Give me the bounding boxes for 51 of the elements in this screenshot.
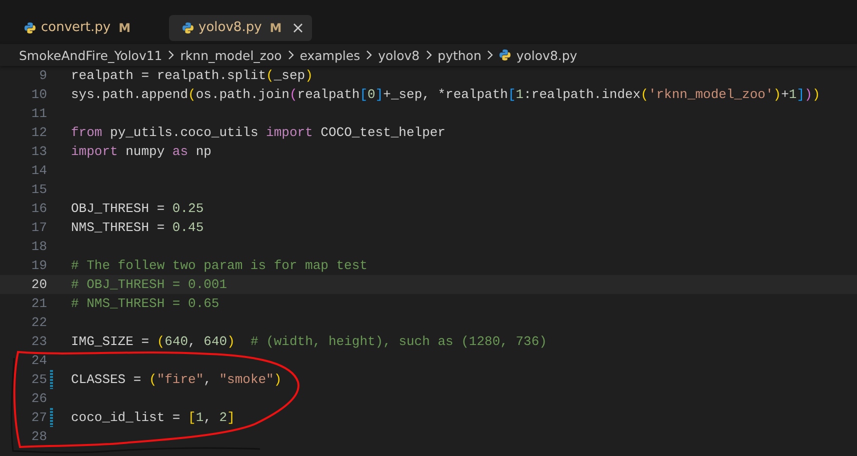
editor-tab[interactable]: convert.py M [14,14,141,40]
close-icon[interactable] [292,22,303,32]
line-number: 27 [30,410,47,425]
code-line: NMS_THRESH = 0.45 [71,220,204,235]
code-line: OBJ_THRESH = 0.25 [71,201,204,216]
line-number: 22 [30,315,47,330]
breadcrumb-item[interactable]: yolov8 [378,48,420,62]
code-line: # OBJ_THRESH = 0.001 [71,277,228,292]
chevron-right-icon [487,50,494,60]
breadcrumb-item[interactable]: yolov8.py [499,48,578,62]
code-line: # The follew two param is for map test [71,258,368,273]
code-line: CLASSES = ("fire", "smoke") [71,372,282,387]
python-file-icon [499,49,512,61]
code-line: # NMS_THRESH = 0.65 [71,296,220,311]
line-number: 26 [30,391,47,406]
line-number: 24 [30,353,47,368]
line-number: 17 [30,220,47,235]
python-file-icon [182,22,194,34]
code-line: realpath = realpath.split(_sep) [71,68,313,83]
line-number: 20 [30,277,47,292]
breadcrumb-item[interactable]: python [438,48,482,62]
chevron-right-icon [168,50,174,60]
modified-label: M [270,20,282,34]
line-number: 9 [38,68,47,83]
code-line: from py_utils.coco_utils import COCO_test_helper [71,125,446,140]
line-number: 13 [30,144,47,159]
editor-tab[interactable]: yolov8.py M [168,14,312,40]
line-number: 10 [30,87,47,102]
python-file-icon [24,22,36,34]
line-number: 28 [30,429,47,444]
breadcrumb-item[interactable]: examples [300,48,360,62]
line-number: 12 [30,125,47,140]
line-number: 23 [30,334,47,349]
line-number: 14 [30,163,47,178]
line-number: 11 [30,106,47,121]
code-line: IMG_SIZE = (640, 640) # (width, height), such as (1280, 736) [71,334,547,349]
chevron-right-icon [366,50,372,60]
code-line: coco_id_list = [1, 2] [71,410,235,425]
chevron-right-icon [288,50,294,60]
line-number: 18 [30,239,47,254]
line-number: 15 [30,182,47,197]
chevron-right-icon [426,50,432,60]
line-number: 16 [30,201,47,216]
line-number: 21 [30,296,47,311]
breadcrumb-item[interactable]: rknn_model_zoo [180,48,282,62]
modified-label: M [118,20,131,34]
breadcrumb-item[interactable]: SmokeAndFire_Yolov11 [19,48,162,62]
code-line: import numpy as np [71,144,212,159]
code-line: sys.path.append(os.path.join(realpath[0]+_sep, *realpath[1:realpath.index('rknn_model_zoo')+1])) [71,87,820,102]
line-number: 19 [30,258,47,273]
line-number: 25 [30,372,47,387]
